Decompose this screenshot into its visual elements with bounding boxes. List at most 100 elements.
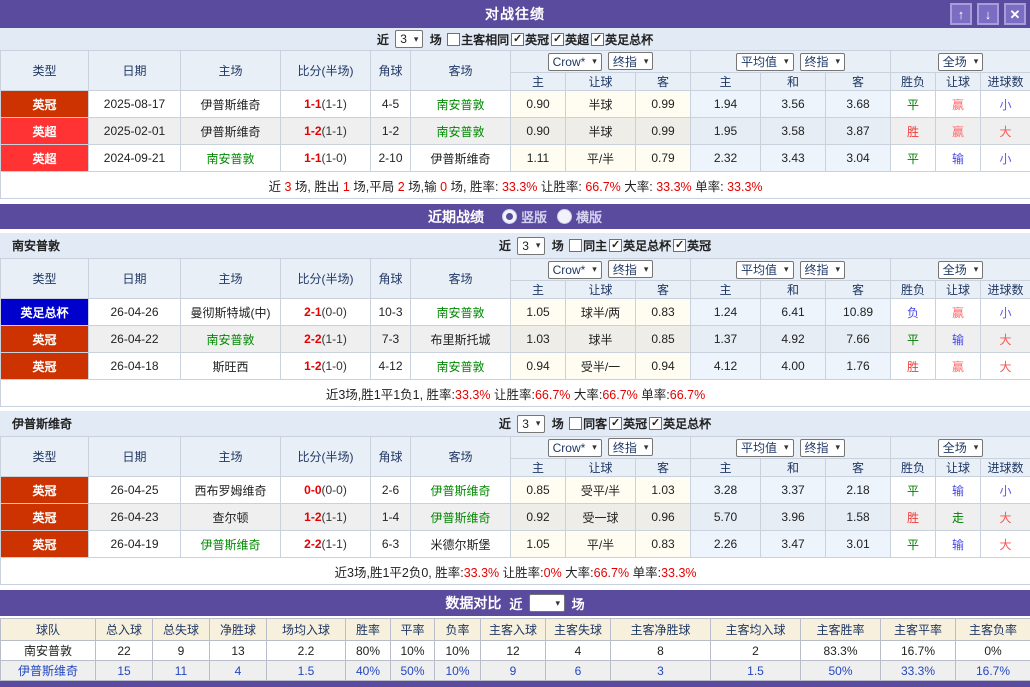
avg-away: 2.18	[826, 477, 891, 504]
subcolumn-header: 让球	[566, 73, 636, 91]
chevron-down-icon: ▾	[592, 442, 597, 453]
fulltime-score: 1-1	[304, 151, 321, 165]
column-header: 比分(半场)	[281, 259, 371, 299]
checked-checkbox[interactable]: ✓	[511, 33, 524, 46]
avg-stage-select[interactable]: 终指▾	[800, 53, 846, 71]
column-header: 日期	[89, 51, 181, 91]
summary-segment: 让胜率:	[537, 180, 585, 194]
avg-stage-select[interactable]: 终指▾	[800, 439, 846, 457]
subcolumn-header: 主	[691, 459, 761, 477]
view-radio-label: 横版	[576, 207, 602, 226]
match-table: 类型日期主场比分(半场)角球客场Crow*▾终指▾平均值▾终指▾全场▾主让球客主…	[0, 50, 1030, 199]
summary-segment: 1	[343, 180, 350, 194]
odds-stage-select[interactable]: 终指▾	[608, 52, 654, 70]
filter-prefix-label: 近	[377, 31, 392, 48]
fulltime-select[interactable]: 全场▾	[938, 53, 984, 71]
fulltime-select-value: 全场	[943, 53, 967, 70]
compare-value: 50%	[391, 661, 435, 681]
result-handicap: 赢	[936, 118, 981, 145]
avg-provider-select[interactable]: 平均值▾	[736, 53, 794, 71]
recent-title: 近期战绩	[428, 207, 484, 227]
near-games-select[interactable]: 3▾	[517, 237, 545, 255]
avg-draw: 3.47	[761, 531, 826, 558]
odds-provider-select[interactable]: Crow*▾	[548, 53, 602, 71]
near-games-select[interactable]: 3▾	[395, 30, 423, 48]
column-header: 类型	[1, 437, 89, 477]
odds-group-header: 全场▾	[891, 259, 1030, 281]
column-header: 角球	[371, 259, 411, 299]
header-row: 类型日期主场比分(半场)角球客场Crow*▾终指▾平均值▾终指▾全场▾	[1, 51, 1030, 73]
avg-away: 1.58	[826, 504, 891, 531]
avg-home: 1.94	[691, 91, 761, 118]
move-down-button[interactable]: ↓	[977, 3, 999, 25]
chevron-down-icon: ▾	[592, 56, 597, 67]
halftime-score: (1-0)	[322, 151, 347, 165]
halftime-score: (1-1)	[322, 332, 347, 346]
checked-checkbox[interactable]: ✓	[591, 33, 604, 46]
column-header: 比分(半场)	[281, 51, 371, 91]
checked-checkbox[interactable]: ✓	[609, 417, 622, 430]
near-games-select[interactable]: 3▾	[517, 415, 545, 433]
odds-provider-select-value: Crow*	[553, 441, 586, 455]
checked-checkbox[interactable]: ✓	[551, 33, 564, 46]
summary-segment: 场, 胜率:	[447, 180, 502, 194]
avg-draw: 4.00	[761, 353, 826, 380]
fulltime-select-value: 全场	[943, 261, 967, 278]
chevron-down-icon: ▾	[644, 56, 649, 67]
result-handicap: 赢	[936, 91, 981, 118]
compare-value: 13	[210, 641, 267, 661]
near-games-select-value: 3	[522, 239, 529, 253]
compare-games-select[interactable]: 10▾	[529, 594, 565, 612]
subcolumn-header: 主	[691, 73, 761, 91]
compare-column-header: 主客负率	[956, 619, 1030, 641]
result-goals: 小	[981, 299, 1030, 326]
odds-stage-select-value: 终指	[613, 439, 637, 456]
fulltime-select[interactable]: 全场▾	[938, 261, 984, 279]
move-up-button[interactable]: ↑	[950, 3, 972, 25]
summary-segment: 场, 胜出	[291, 180, 342, 194]
checked-checkbox[interactable]: ✓	[609, 239, 622, 252]
unchecked-checkbox[interactable]	[447, 33, 460, 46]
odds-group-header: Crow*▾ 终指▾	[511, 51, 691, 73]
close-button[interactable]: ✕	[1004, 3, 1026, 25]
odds-stage-select[interactable]: 终指▾	[608, 260, 654, 278]
compare-value: 9	[153, 641, 210, 661]
away-team: 南安普敦	[411, 353, 511, 380]
filter-checkbox-label: 英冠	[687, 237, 711, 254]
summary-segment: 66.7%	[594, 566, 629, 580]
odds-stage-select[interactable]: 终指▾	[608, 438, 654, 456]
league-badge: 英超	[1, 118, 89, 145]
filter-checkbox-label: 英超	[565, 31, 589, 48]
match-date: 26-04-18	[89, 353, 181, 380]
view-radio-label: 竖版	[521, 207, 547, 226]
unchecked-checkbox[interactable]	[569, 239, 582, 252]
compare-value: 6	[546, 661, 611, 681]
view-radio-vertical[interactable]	[502, 209, 517, 224]
odds-provider-select[interactable]: Crow* ▾	[548, 439, 602, 457]
result-outcome: 平	[891, 91, 936, 118]
compare-value: 16.7%	[881, 641, 956, 661]
column-header: 角球	[371, 51, 411, 91]
subcolumn-header: 进球数	[981, 281, 1030, 299]
odds-home: 0.92	[511, 504, 566, 531]
view-radio-horizontal[interactable]	[557, 209, 572, 224]
compare-value: 8	[611, 641, 711, 661]
avg-provider-select[interactable]: 平均值▾	[736, 261, 794, 279]
summary-segment: 近3场,胜1平2负0, 胜率:	[335, 566, 464, 580]
match-row: 英超2024-09-21南安普敦1-1(1-0)2-10伊普斯维奇1.11平/半…	[1, 145, 1030, 172]
match-row: 英冠26-04-18斯旺西1-2(1-0)4-12南安普敦0.94受半/一0.9…	[1, 353, 1030, 380]
odds-handicap: 受半/一	[566, 353, 636, 380]
avg-stage-select[interactable]: 终指▾	[800, 261, 846, 279]
checked-checkbox[interactable]: ✓	[673, 239, 686, 252]
avg-provider-select[interactable]: 平均值▾	[736, 439, 794, 457]
score-cell: 2-2(1-1)	[281, 531, 371, 558]
fulltime-select[interactable]: 全场▾	[938, 439, 984, 457]
match-date: 26-04-19	[89, 531, 181, 558]
unchecked-checkbox[interactable]	[569, 417, 582, 430]
score-cell: 1-2(1-0)	[281, 353, 371, 380]
corners: 2-6	[371, 477, 411, 504]
filter-checkbox-label: 同主	[583, 237, 607, 254]
checked-checkbox[interactable]: ✓	[649, 417, 662, 430]
odds-provider-select[interactable]: Crow*▾	[548, 261, 602, 279]
summary-segment: 2	[398, 180, 405, 194]
